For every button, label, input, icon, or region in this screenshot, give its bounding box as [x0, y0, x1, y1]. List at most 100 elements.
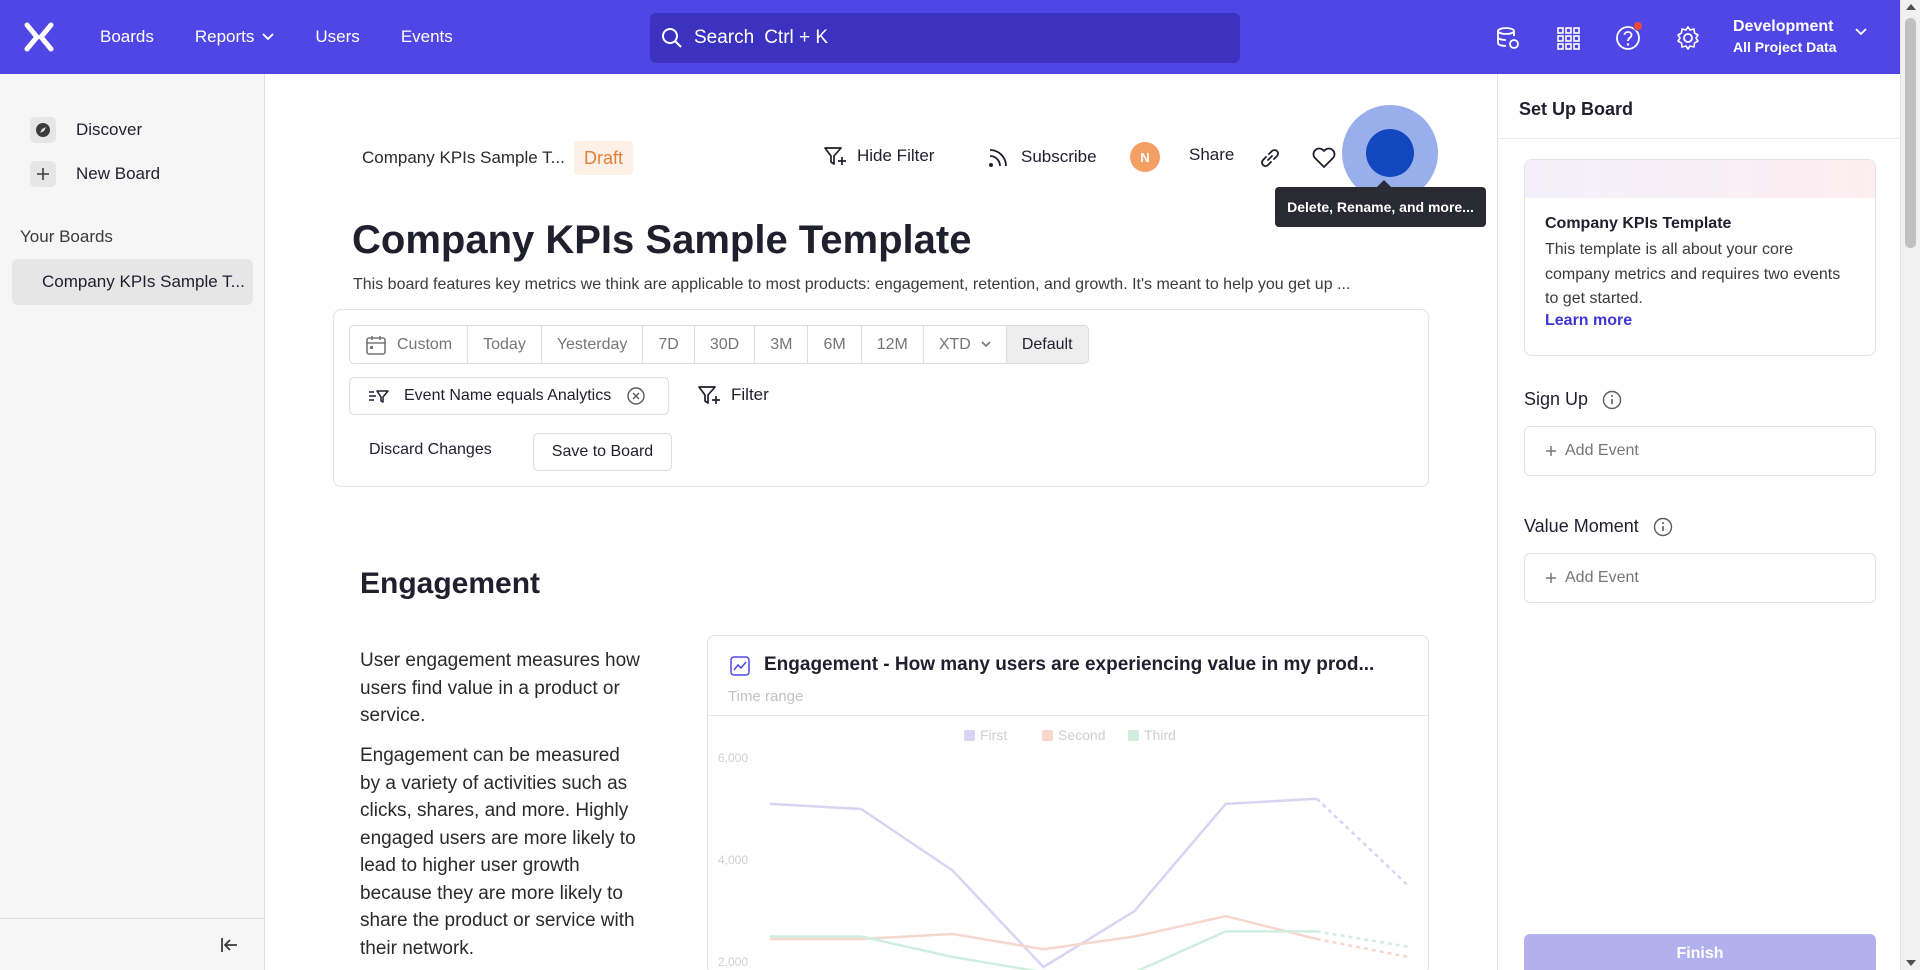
series-line	[770, 930, 1317, 970]
sidebar-footer	[0, 918, 264, 970]
filter-chip-label: Event Name equals Analytics	[404, 387, 612, 404]
breadcrumb[interactable]: Company KPIs Sample T...	[362, 148, 565, 168]
top-nav-bar: Boards Reports Users Events Search Ctrl …	[0, 0, 1900, 74]
left-sidebar: Discover New Board Your Boards Company K…	[0, 74, 265, 970]
series-line-partial	[1316, 937, 1409, 959]
filter-chip[interactable]: Event Name equals Analytics	[349, 377, 669, 415]
top-icon-group	[1488, 18, 1708, 58]
help-icon[interactable]	[1608, 18, 1648, 58]
project-name: Development	[1733, 18, 1834, 35]
your-boards-heading: Your Boards	[20, 227, 113, 246]
section-heading: Engagement	[360, 567, 541, 600]
mixpanel-logo-icon[interactable]	[0, 0, 78, 74]
plus-icon	[30, 161, 56, 187]
nav-users[interactable]: Users	[315, 27, 359, 47]
project-selector[interactable]: Development All Project Data	[1733, 16, 1836, 58]
report-card-title[interactable]: Engagement - How many users are experien…	[764, 654, 1374, 676]
remove-filter-icon[interactable]	[627, 387, 645, 405]
report-card[interactable]: Engagement - How many users are experien…	[707, 635, 1429, 970]
insights-chart-icon	[730, 656, 750, 676]
info-icon[interactable]	[1653, 517, 1673, 537]
search-shortcut: Ctrl + K	[764, 27, 829, 48]
legend-label: First	[980, 727, 1007, 743]
save-to-board-button[interactable]: Save to Board	[533, 433, 672, 471]
search-placeholder: Search	[694, 27, 755, 48]
divider	[1497, 138, 1900, 139]
sidebar-board-item[interactable]: Company KPIs Sample T...	[12, 259, 253, 305]
legend-label: Third	[1144, 727, 1176, 743]
finish-button[interactable]: Finish	[1524, 934, 1876, 970]
section-text: Engagement can be measured by a variety …	[360, 745, 636, 959]
collapse-sidebar-icon[interactable]	[218, 933, 242, 957]
section-text: User engagement measures how users find …	[360, 650, 640, 726]
date-range-xtd[interactable]: XTD	[924, 326, 1007, 363]
scroll-up-icon[interactable]	[1906, 4, 1916, 10]
gear-icon[interactable]	[1668, 18, 1708, 58]
add-event-button[interactable]: Add Event	[1524, 426, 1876, 476]
chevron-down-icon[interactable]	[1855, 28, 1867, 36]
notification-dot	[1633, 21, 1643, 31]
link-icon[interactable]	[1258, 146, 1282, 170]
date-range-default[interactable]: Default	[1006, 326, 1088, 363]
chevron-down-icon	[981, 341, 991, 348]
board-description[interactable]: This board features key metrics we think…	[353, 276, 1350, 294]
hide-filter-button[interactable]: Hide Filter	[823, 145, 934, 167]
sidebar-item-discover[interactable]: Discover	[30, 117, 142, 143]
legend-swatch	[1042, 730, 1053, 741]
calendar-icon	[366, 335, 386, 355]
nav-events[interactable]: Events	[401, 27, 453, 47]
share-button[interactable]: Share	[1189, 145, 1234, 165]
scroll-thumb[interactable]	[1905, 18, 1916, 248]
search-input[interactable]: Search Ctrl + K	[650, 13, 1240, 63]
filter-icon	[824, 147, 846, 165]
avatar[interactable]: N	[1130, 142, 1160, 172]
legend-swatch	[964, 730, 975, 741]
data-settings-icon[interactable]	[1488, 18, 1528, 58]
add-filter-button[interactable]: Filter	[697, 384, 769, 406]
draft-badge: Draft	[574, 141, 634, 175]
series-line-partial	[1316, 930, 1409, 948]
add-event-button[interactable]: Add Event	[1524, 553, 1876, 603]
discard-changes-button[interactable]: Discard Changes	[369, 441, 492, 459]
chevron-down-icon	[262, 33, 275, 41]
date-range-custom[interactable]: Custom	[350, 326, 469, 363]
value-moment-label: Value Moment	[1524, 516, 1673, 537]
date-range-3m[interactable]: 3M	[755, 326, 809, 363]
date-range-12m[interactable]: 12M	[862, 326, 924, 363]
date-range-today[interactable]: Today	[468, 326, 542, 363]
project-scope: All Project Data	[1733, 39, 1837, 55]
date-range-selector: Custom Today Yesterday 7D 30D 3M 6M 12M …	[349, 325, 1089, 364]
page-title[interactable]: Company KPIs Sample Template	[352, 218, 971, 263]
engagement-line-chart: 2,000 4,000 6,000 First Second Third	[718, 727, 1409, 970]
y-tick-label: 4,000	[718, 853, 748, 867]
info-icon[interactable]	[1602, 390, 1622, 410]
date-range-yesterday[interactable]: Yesterday	[542, 326, 644, 363]
subscribe-button[interactable]: Subscribe	[987, 145, 1097, 169]
filter-icon	[698, 386, 720, 404]
compass-icon	[30, 117, 56, 143]
click-indicator	[1366, 129, 1414, 177]
date-range-7d[interactable]: 7D	[643, 326, 695, 363]
date-range-30d[interactable]: 30D	[695, 326, 756, 363]
search-icon	[662, 28, 682, 48]
scroll-down-icon[interactable]	[1906, 960, 1916, 966]
rss-icon	[989, 149, 1007, 167]
apps-grid-icon[interactable]	[1548, 18, 1588, 58]
sign-up-label: Sign Up	[1524, 389, 1622, 410]
nav-reports[interactable]: Reports	[195, 27, 275, 47]
legend-label: Second	[1058, 727, 1105, 743]
learn-more-link[interactable]: Learn more	[1545, 312, 1632, 330]
series-line	[770, 914, 1318, 951]
plus-icon	[1546, 573, 1556, 583]
heart-icon[interactable]	[1311, 146, 1337, 170]
sidebar-item-new-board[interactable]: New Board	[30, 161, 160, 187]
filter-condition-icon	[369, 390, 389, 403]
template-name: Company KPIs Template	[1545, 215, 1732, 232]
y-tick-label: 6,000	[718, 751, 748, 765]
page-scrollbar[interactable]	[1900, 0, 1920, 970]
template-info-card: Company KPIs Template This template is a…	[1524, 159, 1876, 356]
plus-icon	[1546, 446, 1556, 456]
date-range-6m[interactable]: 6M	[808, 326, 862, 363]
template-card-banner	[1525, 160, 1875, 198]
nav-boards[interactable]: Boards	[100, 27, 154, 47]
